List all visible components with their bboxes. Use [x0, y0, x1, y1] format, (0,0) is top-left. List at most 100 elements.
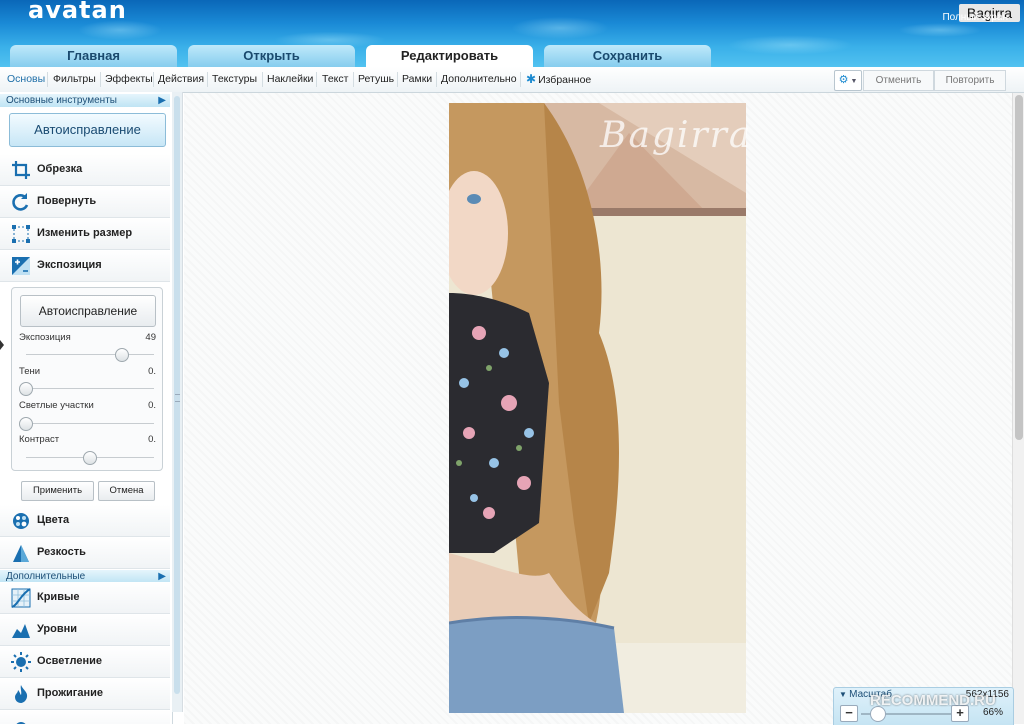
tool-label: Прожигание: [37, 687, 103, 699]
contrast-slider-handle[interactable]: [83, 451, 97, 465]
crop-icon: [12, 161, 30, 179]
section-header-label: Дополнительные: [6, 571, 86, 582]
tool-label: Обрезка: [37, 163, 83, 175]
triangle-down-icon: ▼: [839, 690, 850, 699]
triangle-right-icon: ▶: [158, 95, 166, 106]
canvas-scrollbar-thumb[interactable]: [1015, 95, 1023, 440]
toolbar-item-filters[interactable]: Фильтры: [53, 67, 96, 92]
highlights-slider-label: Светлые участки: [19, 400, 94, 411]
site-watermark: RECOMMEND.RU: [870, 692, 996, 709]
tab-save[interactable]: Сохранить: [544, 45, 711, 67]
auto-fix-button[interactable]: Автоисправление: [9, 113, 166, 147]
collapse-panel-icon[interactable]: [0, 340, 4, 350]
exposure-auto-fix-button[interactable]: Автоисправление: [20, 295, 156, 327]
rotate-icon: [12, 193, 29, 211]
zoom-out-button[interactable]: −: [840, 705, 858, 722]
app-header: avatan Bagirra Полный экран Главная Откр…: [0, 0, 1024, 67]
toolbar-item-textures[interactable]: Текстуры: [212, 67, 257, 92]
toolbar-item-basics[interactable]: Основы: [7, 67, 45, 92]
panel-scrollbar[interactable]: [172, 92, 183, 712]
tool-exposure[interactable]: Экспозиция: [0, 250, 170, 282]
exposure-settings-panel: Автоисправление Экспозиция 49 Тени 0. Св…: [11, 287, 163, 471]
shadows-slider-handle[interactable]: [19, 382, 33, 396]
settings-dropdown-button[interactable]: ⚙ ▼: [834, 70, 862, 91]
chevron-down-icon: ▼: [848, 78, 858, 85]
app-logo: avatan: [28, 0, 127, 24]
tool-colors[interactable]: Цвета: [0, 505, 170, 537]
tool-crop[interactable]: Обрезка: [0, 154, 170, 186]
star-icon: ✱: [526, 72, 537, 86]
photo-watermark: Bagirra: [600, 115, 753, 156]
shadows-slider-label: Тени: [19, 366, 41, 377]
tool-resize[interactable]: Изменить размер: [0, 218, 170, 250]
burn-icon: [15, 685, 28, 703]
toolbar-divider: [262, 72, 263, 87]
tool-dodge[interactable]: Осветление: [0, 646, 170, 678]
category-toolbar: Основы Фильтры Эффекты Действия Текстуры…: [0, 67, 1024, 93]
cancel-button[interactable]: Отмена: [98, 481, 155, 501]
tool-label: Экспозиция: [37, 259, 102, 271]
tool-levels[interactable]: Уровни: [0, 614, 170, 646]
toolbar-divider: [153, 72, 154, 87]
tool-sharpness[interactable]: Резкость: [0, 537, 170, 569]
toolbar-item-favorites[interactable]: ✱ Избранное: [526, 67, 591, 92]
gear-icon: ⚙: [838, 74, 849, 86]
toolbar-item-actions[interactable]: Действия: [158, 67, 204, 92]
highlights-slider-value: 0.: [148, 400, 156, 411]
tool-curves[interactable]: Кривые: [0, 582, 170, 614]
section-header-basic[interactable]: Основные инструменты ▶: [0, 94, 170, 107]
toolbar-item-effects[interactable]: Эффекты: [105, 67, 153, 92]
tab-edit[interactable]: Редактировать: [366, 45, 533, 67]
redo-button[interactable]: Повторить: [934, 70, 1006, 91]
tool-label: Уровни: [37, 623, 78, 635]
highlights-slider-handle[interactable]: [19, 417, 33, 431]
tool-burn[interactable]: Прожигание: [0, 678, 170, 710]
toolbar-item-text[interactable]: Текст: [322, 67, 348, 92]
section-header-label: Основные инструменты: [6, 95, 117, 106]
contrast-slider-label: Контраст: [19, 434, 60, 445]
canvas-scrollbar[interactable]: [1012, 93, 1024, 724]
edited-photo[interactable]: [449, 103, 746, 713]
tool-label: Осветление: [37, 655, 102, 667]
tools-panel: Основные инструменты ▶ Автоисправление Об…: [0, 92, 173, 724]
toolbar-divider: [353, 72, 354, 87]
toolbar-item-frames[interactable]: Рамки: [402, 67, 432, 92]
exposure-slider-value: 49: [145, 332, 156, 343]
resize-icon: [12, 225, 30, 243]
curves-icon: [11, 588, 31, 608]
toolbar-item-stickers[interactable]: Наклейки: [267, 67, 313, 92]
tool-next[interactable]: [0, 710, 170, 724]
exposure-slider-handle[interactable]: [115, 348, 129, 362]
tool-label: Резкость: [37, 546, 86, 558]
tool-label: Кривые: [37, 591, 80, 603]
tool-label: Изменить размер: [37, 227, 133, 239]
sharpness-icon: [13, 545, 29, 562]
tool-label: Повернуть: [37, 195, 97, 207]
resize-grip-icon[interactable]: [175, 394, 180, 402]
toolbar-divider: [100, 72, 101, 87]
highlights-slider[interactable]: [19, 417, 154, 431]
toolbar-divider: [207, 72, 208, 87]
exposure-slider-label: Экспозиция: [19, 332, 71, 343]
dodge-icon: [11, 652, 31, 672]
favorites-label: Избранное: [538, 74, 592, 86]
toolbar-divider: [520, 72, 521, 87]
shadows-slider[interactable]: [19, 382, 154, 396]
toolbar-item-more[interactable]: Дополнительно: [441, 67, 517, 92]
photo-image: [449, 103, 746, 713]
tool-icon: [16, 722, 26, 724]
colors-icon: [13, 513, 29, 529]
toolbar-item-retouch[interactable]: Ретушь: [358, 67, 394, 92]
tab-open[interactable]: Открыть: [188, 45, 355, 67]
exposure-icon: [12, 257, 30, 275]
exposure-slider[interactable]: [26, 348, 154, 362]
tab-home[interactable]: Главная: [10, 45, 177, 67]
tool-label: Цвета: [37, 514, 70, 526]
fullscreen-link[interactable]: Полный экран: [942, 12, 1008, 23]
tool-rotate[interactable]: Повернуть: [0, 186, 170, 218]
shadows-slider-value: 0.: [148, 366, 156, 377]
toolbar-divider: [316, 72, 317, 87]
undo-button[interactable]: Отменить: [863, 70, 934, 91]
apply-button[interactable]: Применить: [21, 481, 94, 501]
contrast-slider[interactable]: [26, 451, 154, 465]
